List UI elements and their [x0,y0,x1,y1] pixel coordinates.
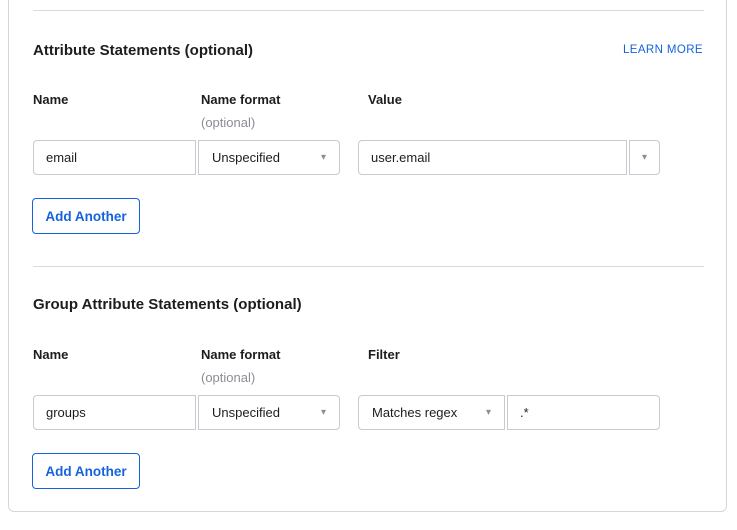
column-header-value: Value [368,92,402,108]
column-header-name-format: Name format [201,92,280,108]
group-attribute-statements-title: Group Attribute Statements (optional) [33,296,302,314]
group-attribute-name-format-value: Unspecified [212,405,280,420]
column-header-name-format: Name format [201,347,280,363]
section-divider [33,10,704,11]
saml-settings-card [8,0,727,512]
column-header-filter: Filter [368,347,400,363]
column-header-name: Name [33,347,68,363]
attribute-name-input[interactable] [33,140,196,175]
group-filter-value-input[interactable] [507,395,660,430]
chevron-down-icon: ▾ [642,153,647,163]
section-divider [33,266,704,267]
attribute-value-input[interactable] [358,140,627,175]
add-another-attribute-button[interactable]: Add Another [32,198,140,234]
group-filter-type-select[interactable]: Matches regex ▾ [358,395,505,430]
add-another-group-attribute-button[interactable]: Add Another [32,453,140,489]
attribute-value-dropdown-button[interactable]: ▾ [629,140,660,175]
chevron-down-icon: ▾ [486,408,491,418]
column-header-name: Name [33,92,68,108]
chevron-down-icon: ▾ [321,408,326,418]
attribute-statements-title: Attribute Statements (optional) [33,42,253,60]
group-attribute-name-input[interactable] [33,395,196,430]
column-header-name-format-note: (optional) [201,115,255,131]
group-attribute-name-format-select[interactable]: Unspecified ▾ [198,395,340,430]
chevron-down-icon: ▾ [321,153,326,163]
attribute-name-format-select[interactable]: Unspecified ▾ [198,140,340,175]
learn-more-link[interactable]: LEARN MORE [623,43,703,57]
attribute-name-format-value: Unspecified [212,150,280,165]
column-header-name-format-note: (optional) [201,370,255,386]
group-filter-type-value: Matches regex [372,405,457,420]
